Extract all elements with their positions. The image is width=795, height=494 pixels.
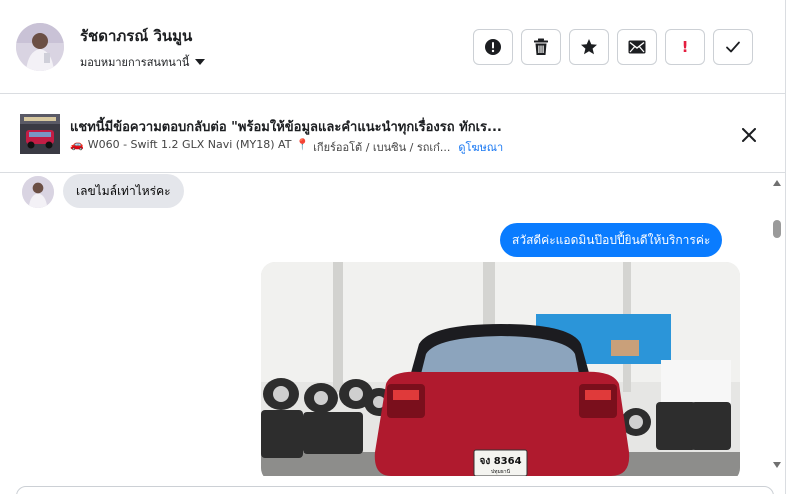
follow-up-button[interactable]: ! bbox=[665, 29, 705, 65]
panel-divider bbox=[785, 0, 795, 494]
star-button[interactable] bbox=[569, 29, 609, 65]
envelope-icon bbox=[628, 40, 646, 54]
sender-avatar bbox=[22, 176, 54, 208]
contact-avatar[interactable] bbox=[16, 23, 64, 71]
thread-scrollbar[interactable] bbox=[770, 174, 785, 476]
scrollbar-thumb[interactable] bbox=[773, 220, 781, 238]
star-icon bbox=[581, 39, 597, 55]
close-icon bbox=[742, 128, 756, 142]
mark-done-button[interactable] bbox=[713, 29, 753, 65]
delete-button[interactable] bbox=[521, 29, 561, 65]
mark-spam-button[interactable] bbox=[473, 29, 513, 65]
close-banner-button[interactable] bbox=[737, 123, 761, 147]
pin-icon: 📍 bbox=[295, 138, 310, 151]
assign-conversation-dropdown[interactable]: มอบหมายการสนทนานี้ bbox=[80, 53, 206, 71]
ad-details-text: W060 - Swift 1.2 GLX Navi (MY18) AT bbox=[87, 138, 292, 151]
incoming-message[interactable]: เลขไมล์เท่าไหร่คะ bbox=[63, 174, 184, 208]
license-plate-province: ปทุมธานี bbox=[491, 468, 511, 475]
message-thread[interactable]: เลขไมล์เท่าไหร่คะ สวัสดีค่ะแอดมินป๊อปปี้… bbox=[0, 174, 770, 476]
outgoing-message[interactable]: สวัสดีค่ะแอดมินป๊อปปี้ยินดีให้บริการค่ะ bbox=[500, 223, 723, 257]
ad-reply-banner: แชทนี้มีข้อความตอบกลับต่อ "พร้อมให้ข้อมู… bbox=[0, 95, 785, 173]
outgoing-photo[interactable]: จง 8364 ปทุมธานี bbox=[261, 262, 740, 476]
mark-unread-button[interactable] bbox=[617, 29, 657, 65]
caret-down-icon bbox=[195, 59, 206, 65]
license-plate-number: จง 8364 bbox=[479, 456, 521, 467]
exclamation-icon: ! bbox=[681, 38, 689, 56]
conversation-actions: ! bbox=[473, 29, 753, 65]
conversation-header: รัชดาภรณ์ วินมูน มอบหมายการสนทนานี้ ! bbox=[0, 0, 785, 94]
exclamation-circle-icon bbox=[485, 39, 501, 55]
ad-title: แชทนี้มีข้อความตอบกลับต่อ "พร้อมให้ข้อมู… bbox=[70, 120, 502, 135]
trash-icon bbox=[534, 38, 548, 55]
contact-name[interactable]: รัชดาภรณ์ วินมูน bbox=[80, 24, 192, 48]
car-icon: 🚗 bbox=[70, 138, 84, 151]
message-composer[interactable] bbox=[16, 486, 774, 494]
view-ad-link[interactable]: ดูโฆษณา bbox=[458, 138, 503, 156]
ad-thumbnail[interactable] bbox=[20, 114, 60, 154]
checkmark-icon bbox=[726, 41, 740, 53]
scroll-up-arrow-icon[interactable] bbox=[773, 180, 781, 186]
ad-details-tail: เกียร์ออโต้ / เบนซิน / รถเก๋... bbox=[313, 141, 451, 154]
assign-label: มอบหมายการสนทนานี้ bbox=[80, 56, 190, 69]
ad-details: 🚗 W060 - Swift 1.2 GLX Navi (MY18) AT 📍 … bbox=[70, 138, 503, 156]
scroll-down-arrow-icon[interactable] bbox=[773, 462, 781, 468]
